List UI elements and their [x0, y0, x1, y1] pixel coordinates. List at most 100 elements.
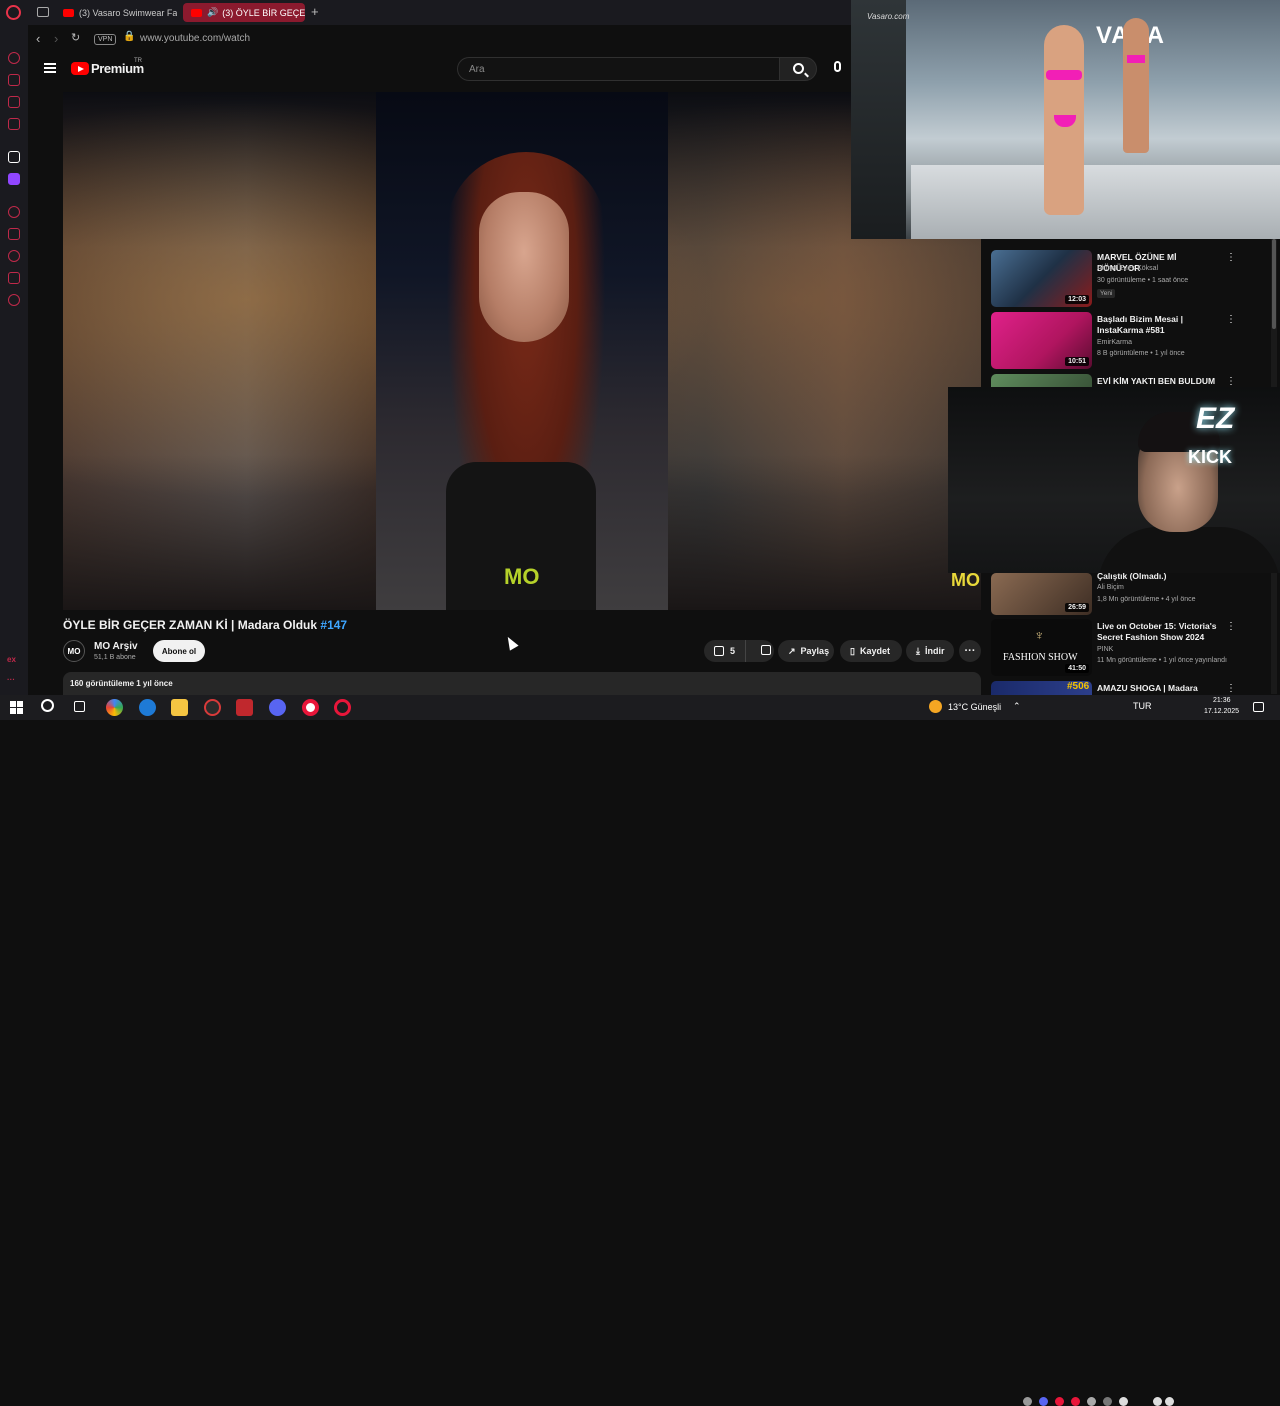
workspace-icon[interactable] — [8, 74, 20, 86]
opera-sidebar: ex ··· — [0, 25, 28, 695]
more-options-icon[interactable]: ⋮ — [1226, 621, 1236, 632]
youtube-logo-icon[interactable] — [71, 62, 89, 75]
lock-icon[interactable]: 🔒 — [123, 31, 135, 42]
more-options-icon[interactable]: ⋮ — [1226, 252, 1236, 263]
history-icon[interactable] — [8, 250, 20, 262]
messenger-icon[interactable] — [8, 96, 20, 108]
recommendation-thumbnail[interactable]: 12:03 — [991, 250, 1092, 307]
sidebar-more-icon[interactable]: ··· — [7, 675, 15, 684]
recommendation-thumbnail[interactable]: 26:59 — [991, 573, 1092, 615]
share-button[interactable]: ↗ Paylaş — [778, 640, 834, 662]
language-indicator[interactable]: TUR — [1133, 701, 1152, 711]
file-explorer-icon[interactable] — [171, 699, 188, 716]
discord-icon[interactable] — [269, 699, 286, 716]
copilot-icon[interactable] — [106, 699, 123, 716]
video-hashtag-link[interactable]: #147 — [320, 618, 347, 632]
menu-icon[interactable] — [44, 63, 56, 73]
windows-start-icon[interactable] — [10, 701, 23, 714]
runway-floor — [911, 165, 1280, 239]
sidebar-label[interactable]: ex — [7, 655, 16, 664]
speaker-icon[interactable]: 🔊 — [207, 7, 218, 18]
recorder-icon[interactable] — [204, 699, 221, 716]
search-button[interactable] — [779, 57, 817, 81]
app-icon[interactable] — [8, 151, 20, 163]
tray-app-icon[interactable] — [1055, 1397, 1064, 1406]
new-tab-button[interactable]: + — [311, 4, 319, 19]
edge-icon[interactable] — [139, 699, 156, 716]
recommendation-channel[interactable]: Ali Biçim — [1097, 584, 1124, 591]
video-player[interactable]: MO MO — [63, 92, 981, 610]
opera-gx-icon[interactable] — [334, 699, 351, 716]
weather-text[interactable]: 13°C Güneşli — [948, 702, 1001, 712]
recommendation-thumbnail[interactable]: 10:51 — [991, 312, 1092, 369]
voice-meeter-icon[interactable] — [236, 699, 253, 716]
thumbnail-text: #506 — [1067, 681, 1090, 692]
volume-icon[interactable] — [1165, 1397, 1174, 1406]
tray-app-icon[interactable] — [1023, 1397, 1032, 1406]
url-field[interactable]: www.youtube.com/watch — [140, 33, 250, 44]
tray-app-icon[interactable] — [1103, 1397, 1112, 1406]
twitch-icon[interactable] — [8, 173, 20, 185]
microphone-tray-icon[interactable] — [1119, 1397, 1128, 1406]
tray-app-icon[interactable] — [1071, 1397, 1080, 1406]
recommendation-thumbnail[interactable]: #506 — [991, 681, 1092, 695]
description-box[interactable]: 160 görüntüleme 1 yıl önce — [63, 672, 981, 695]
recommendation-title[interactable]: AMAZU SHOGA | Madara Olduk — [1097, 683, 1221, 695]
recommendation-item[interactable]: EVİ KİM YAKTI BEN BULDUM ⋮ — [991, 374, 1271, 388]
settings-icon[interactable] — [8, 294, 20, 306]
mail-icon[interactable] — [8, 118, 20, 130]
forward-icon[interactable]: › — [54, 31, 58, 46]
more-options-icon[interactable]: ⋮ — [1226, 314, 1236, 325]
tab-overview-icon[interactable] — [37, 7, 49, 17]
recommendation-title[interactable]: EVİ KİM YAKTI BEN BULDUM — [1097, 376, 1221, 387]
microphone-icon[interactable] — [834, 61, 841, 72]
recommendation-item[interactable]: 12:03 MARVEL ÖZÜNE Mİ DÖNÜYOR Ahmet Enes… — [991, 250, 1271, 310]
recommendation-thumbnail[interactable] — [991, 374, 1092, 388]
recommendation-title[interactable]: Başladı Bizim Mesai | InstaKarma #581 — [1097, 314, 1221, 336]
more-actions-button[interactable]: ··· — [959, 640, 981, 662]
notifications-icon[interactable] — [1253, 702, 1264, 712]
video-watermark: MO — [504, 564, 540, 589]
tray-expand-icon[interactable]: ⌃ — [1013, 701, 1021, 712]
tray-app-icon[interactable] — [1039, 1397, 1048, 1406]
vpn-badge[interactable]: VPN — [94, 34, 117, 45]
recommendation-item[interactable]: #506 AMAZU SHOGA | Madara Olduk ⋮ — [991, 681, 1271, 695]
clock-date[interactable]: 17.12.2025 — [1204, 708, 1239, 715]
search-icon[interactable] — [41, 699, 54, 712]
more-options-icon[interactable]: ⋮ — [1226, 376, 1236, 387]
recommendation-channel[interactable]: EmirKarma — [1097, 339, 1132, 346]
player-icon[interactable] — [8, 206, 20, 218]
recommendation-channel[interactable]: PINK — [1097, 646, 1113, 653]
scroll-thumb[interactable] — [1272, 239, 1276, 329]
more-options-icon[interactable]: ⋮ — [1226, 683, 1236, 694]
send-icon[interactable] — [8, 272, 20, 284]
recommendation-item[interactable]: 10:51 Başladı Bizim Mesai | InstaKarma #… — [991, 312, 1271, 372]
bookmark-icon[interactable] — [8, 228, 20, 240]
tab-label: (3) ÖYLE BİR GEÇER Z — [222, 7, 305, 18]
save-button[interactable]: ▯ Kaydet — [840, 640, 902, 662]
aria-icon[interactable] — [8, 52, 20, 64]
like-button[interactable]: 5 — [704, 640, 747, 662]
reload-icon[interactable]: ↻ — [71, 31, 80, 44]
recommendation-item[interactable]: FASHION SHOW ♆ 41:50 Live on October 15:… — [991, 619, 1271, 679]
dislike-button[interactable] — [751, 645, 781, 657]
network-icon[interactable] — [1153, 1397, 1162, 1406]
tab-vasaro[interactable]: (3) Vasaro Swimwear Fas — [55, 3, 177, 22]
tab-active-video[interactable]: 🔊 (3) ÖYLE BİR GEÇER Z — [183, 3, 305, 22]
download-button[interactable]: ⤓ İndir — [906, 640, 954, 662]
search-input[interactable]: Ara — [457, 57, 779, 81]
recommendation-channel[interactable]: Ahmet Enes Köksal — [1097, 265, 1158, 272]
recommendation-thumbnail[interactable]: FASHION SHOW ♆ 41:50 — [991, 619, 1092, 676]
back-icon[interactable]: ‹ — [36, 31, 40, 46]
channel-avatar[interactable]: MO — [63, 640, 85, 662]
weather-sun-icon[interactable] — [929, 700, 942, 713]
recommendation-title[interactable]: Live on October 15: Victoria's Secret Fa… — [1097, 621, 1221, 643]
duration-badge: 41:50 — [1065, 664, 1089, 673]
tray-app-icon[interactable] — [1087, 1397, 1096, 1406]
task-view-icon[interactable] — [74, 701, 85, 712]
clock-time[interactable]: 21:36 — [1213, 697, 1231, 704]
channel-name[interactable]: MO Arşiv — [94, 641, 138, 652]
opera-logo-icon[interactable] — [6, 5, 21, 20]
opera-icon[interactable] — [302, 699, 319, 716]
subscribe-button[interactable]: Abone ol — [153, 640, 205, 662]
